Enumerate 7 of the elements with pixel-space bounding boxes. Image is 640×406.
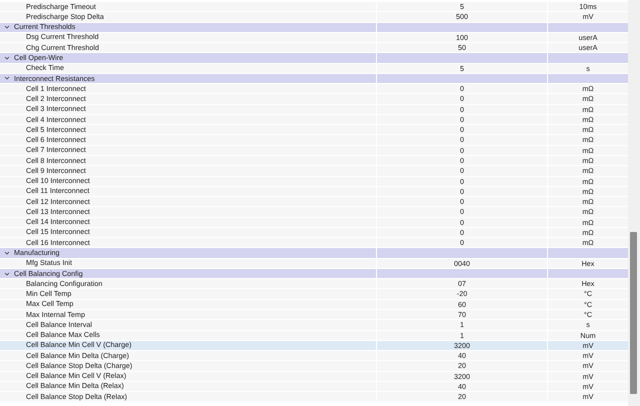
chevron-icon[interactable] <box>4 250 10 256</box>
chevron-icon[interactable] <box>4 24 10 30</box>
chevron-icon[interactable] <box>4 75 10 82</box>
chevron-icon[interactable] <box>4 54 10 61</box>
scrollbar-thumb[interactable] <box>630 232 637 394</box>
scrollbar[interactable] <box>628 0 640 406</box>
chevron-icon[interactable] <box>4 270 10 277</box>
